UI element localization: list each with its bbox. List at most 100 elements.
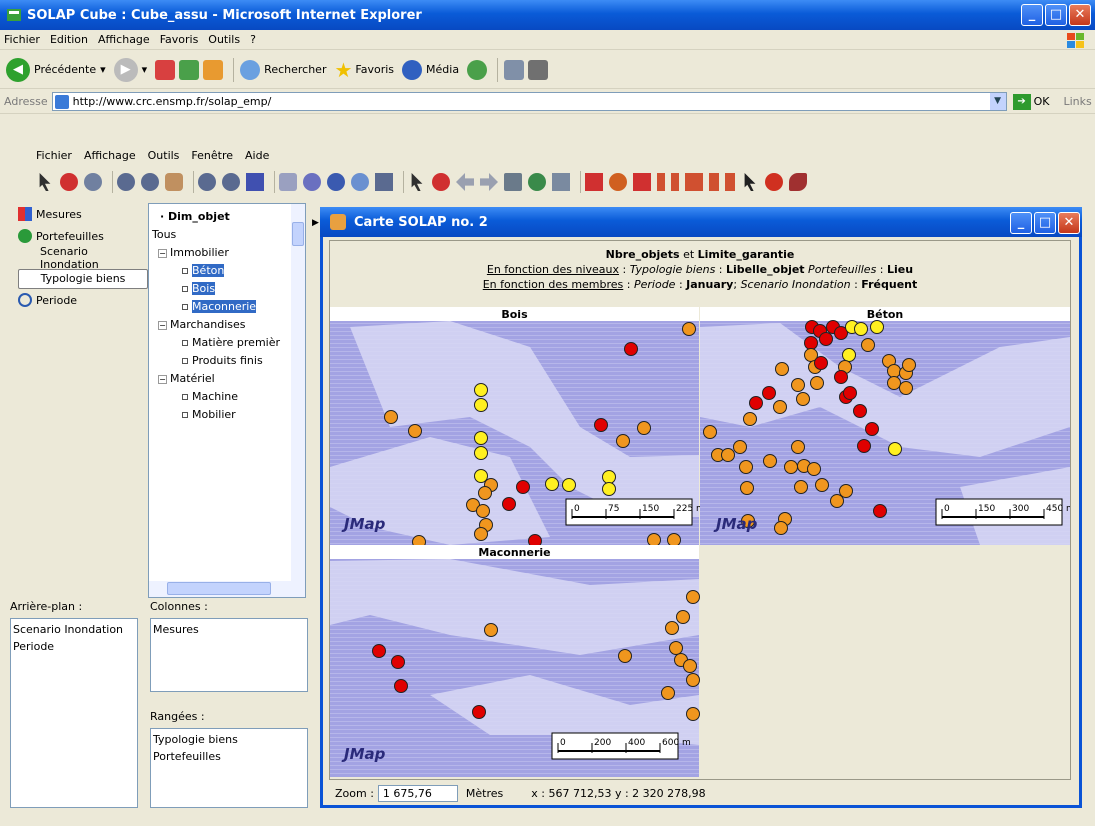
drill-tool-icon[interactable] [60,173,78,191]
globe-tool-icon[interactable] [528,173,546,191]
ie-menu-affichage[interactable]: Affichage [98,33,150,46]
tree-node[interactable]: − Matériel [152,370,280,388]
drill-down-icon[interactable] [657,173,665,191]
go-button[interactable]: ➔ OK [1012,93,1049,110]
table-view-icon[interactable] [246,173,264,191]
media-button[interactable]: Média [402,59,459,80]
arriere-plan-list[interactable]: Scenario Inondation Periode [10,618,138,808]
list-item[interactable]: Periode [13,638,135,655]
layers-icon[interactable] [375,173,393,191]
tree-node[interactable]: Tous [152,226,280,244]
ie-menu-help[interactable]: ? [250,33,256,46]
pointer-tool-icon-2[interactable] [411,173,423,191]
zoom-out-icon[interactable] [141,173,159,191]
links-label[interactable]: Links [1063,95,1091,108]
colonnes-list[interactable]: Mesures [150,618,308,692]
info-icon[interactable] [327,173,345,191]
select-tool-icon[interactable] [279,173,297,191]
app-menu-fichier[interactable]: Fichier [36,149,72,162]
zoom-full-icon[interactable] [222,173,240,191]
clipboard-icon[interactable] [504,173,522,191]
tools-icon[interactable] [789,173,807,191]
maximize-icon[interactable]: □ [1045,4,1067,26]
maximize-icon[interactable]: □ [1034,212,1056,234]
list-item[interactable]: Scenario Inondation [13,621,135,638]
print-icon[interactable] [528,59,549,80]
dimension-item-mesures[interactable]: Mesures [10,203,148,225]
app-menu-aide[interactable]: Aide [245,149,269,162]
close-icon[interactable]: ✕ [1058,212,1080,234]
print-tool-icon[interactable] [552,173,570,191]
list-item[interactable]: Typologie biens [153,731,305,748]
dimension-item-typologie[interactable]: Typologie biens [18,269,148,289]
app-menu-outils[interactable]: Outils [148,149,180,162]
collapse-icon[interactable]: − [158,320,167,330]
minimize-icon[interactable]: _ [1021,4,1043,26]
drill-up-icon[interactable] [671,173,679,191]
measure-icon[interactable] [303,173,321,191]
tree-node[interactable]: − Immobilier [152,244,280,262]
map-point [516,480,530,494]
collapse-icon[interactable]: − [158,374,167,384]
minimize-icon[interactable]: _ [1010,212,1032,234]
tree-horizontal-scrollbar[interactable] [149,581,305,597]
pan-hand-icon[interactable] [165,173,183,191]
tree-node[interactable]: Maconnerie [152,298,280,316]
forward-button[interactable]: ▶ ▾ [113,57,147,82]
ie-menu-outils[interactable]: Outils [208,33,240,46]
tree-node[interactable]: Machine [152,388,280,406]
cursor-icon[interactable] [744,173,756,191]
back-button[interactable]: ◀ Précédente ▾ [6,57,106,82]
slice-icon[interactable] [725,173,735,191]
dimension-item-portefeuilles[interactable]: Portefeuilles [10,225,148,247]
drill-tool-icon-2[interactable] [432,173,450,191]
tree-node[interactable]: Béton [152,262,280,280]
world-icon[interactable] [609,173,627,191]
favorites-button[interactable]: ★ Favoris [334,58,394,82]
tree-node[interactable]: Mobilier [152,406,280,424]
tree-node[interactable]: Bois [152,280,280,298]
history-icon[interactable] [467,59,488,80]
ie-menu-fichier[interactable]: Fichier [4,33,40,46]
refresh-icon[interactable] [179,59,200,80]
zoom-area-icon[interactable] [117,173,135,191]
address-input[interactable]: http://www.crc.ensmp.fr/solap_emp/ ▼ [51,92,1007,111]
tree-node[interactable]: − Marchandises [152,316,280,334]
app-menu-fenetre[interactable]: Fenêtre [191,149,233,162]
rangees-list[interactable]: Typologie biens Portefeuilles [150,728,308,808]
tree-vertical-scrollbar[interactable] [291,204,305,581]
mail-icon[interactable] [504,59,525,80]
home-icon[interactable] [203,59,224,80]
stop-icon[interactable] [155,59,176,80]
bar-chart-icon[interactable] [633,173,651,191]
drill-across-icon[interactable] [685,173,703,191]
chart-map-icon[interactable] [585,173,603,191]
collapse-icon[interactable]: − [158,248,167,258]
find-icon[interactable] [351,173,369,191]
list-item[interactable]: Mesures [153,621,305,638]
address-dropdown-icon[interactable]: ▼ [989,93,1006,110]
map-canvas[interactable]: BoisJMap0 75 150 225 mBétonJMap0 150 300 450 m… [330,307,1070,777]
splitter-arrow-icon[interactable]: ▶ [312,218,319,228]
list-item[interactable]: Portefeuilles [153,748,305,765]
app-menu-affichage[interactable]: Affichage [84,149,136,162]
page-scrollbar[interactable] [1079,114,1095,148]
dimension-item-periode[interactable]: Periode [10,289,148,311]
roll-up-icon[interactable] [709,173,719,191]
scroll-thumb[interactable] [167,582,271,595]
zoom-input[interactable]: 1 675,76 [377,784,458,802]
zoom-in-icon[interactable] [84,173,102,191]
close-icon[interactable]: ✕ [1069,4,1091,26]
back-arrow-icon-2[interactable] [456,173,474,191]
zoom-previous-icon[interactable] [198,173,216,191]
stop-tool-icon[interactable] [765,173,783,191]
pointer-tool-icon[interactable] [39,173,51,191]
tree-node[interactable]: Produits finis [152,352,280,370]
scroll-thumb[interactable] [292,222,304,246]
tree-node[interactable]: Matière premièr [152,334,280,352]
ie-menu-edition[interactable]: Edition [50,33,88,46]
ie-menu-favoris[interactable]: Favoris [160,33,199,46]
dimension-item-scenario[interactable]: Scenario Inondation [10,245,148,271]
search-button[interactable]: Rechercher [240,59,326,80]
forward-arrow-icon-2[interactable] [480,173,498,191]
